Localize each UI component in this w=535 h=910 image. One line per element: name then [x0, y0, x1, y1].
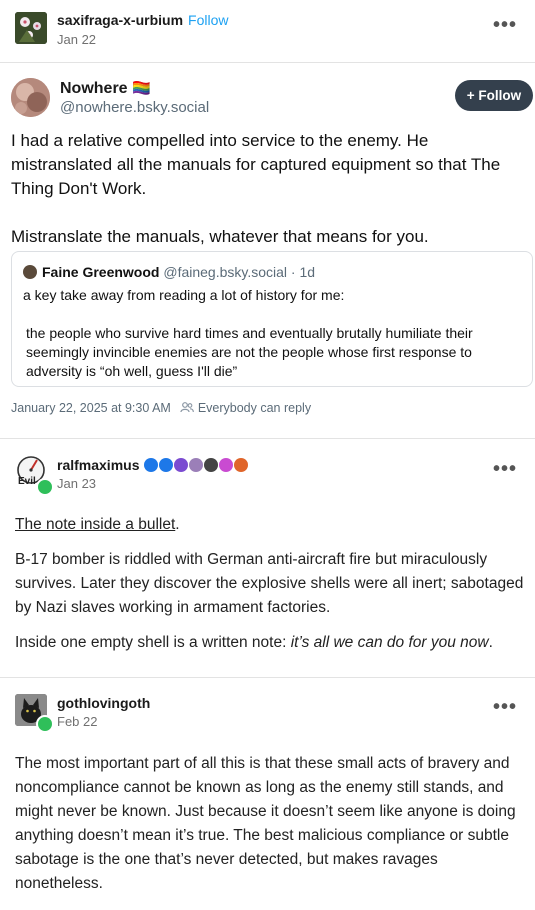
avatar[interactable] [15, 12, 47, 44]
svg-text:Evil: Evil [18, 476, 36, 487]
user-badge-icon [204, 458, 219, 472]
quote-line: a key take away from reading a lot of hi… [23, 287, 345, 303]
user-badge-icon [189, 458, 204, 472]
bsky-paragraph: Mistranslate the manuals, whatever that … [11, 227, 429, 246]
post-date[interactable]: Jan 22 [57, 32, 96, 47]
username[interactable]: saxifraga-x-urbium [57, 12, 183, 28]
post-paragraph: The most important part of all this is t… [15, 755, 516, 892]
bsky-paragraph: I had a relative compelled into service … [11, 131, 501, 198]
post-title-link[interactable]: The note inside a bullet [15, 516, 175, 533]
quote-avatar [23, 265, 37, 279]
username[interactable]: gothlovingoth [57, 695, 150, 711]
people-icon [180, 401, 197, 415]
follow-link[interactable]: Follow [188, 12, 228, 28]
user-badge-icon [234, 458, 249, 472]
post-saxifraga: saxifraga-x-urbium Follow Jan 22 ••• [0, 0, 535, 62]
quote-author: Faine Greenwood [42, 264, 160, 280]
user-badge-icon [144, 458, 159, 472]
pride-flag-icon: 🏳️‍🌈 [132, 80, 151, 97]
more-options-button[interactable]: ••• [493, 458, 517, 481]
post-body: The most important part of all this is t… [15, 752, 525, 907]
italic-quote: it’s all we can do for you now [290, 634, 489, 651]
username[interactable]: ralfmaximus [57, 457, 139, 473]
post-timestamp[interactable]: January 22, 2025 at 9:30 AM [11, 401, 171, 415]
paragraph-suffix: . [488, 634, 493, 651]
more-options-button[interactable]: ••• [493, 696, 517, 719]
bluesky-post-card: Nowhere 🏳️‍🌈 @nowhere.bsky.social + Foll… [0, 62, 535, 438]
post-ralfmaximus: Evil ralfmaximus Jan 23 ••• The note ins… [0, 439, 535, 677]
post-date[interactable]: Feb 22 [57, 714, 97, 729]
post-meta: January 22, 2025 at 9:30 AM Everybody ca… [11, 401, 311, 415]
user-badge-icon [219, 458, 234, 472]
flower-avatar-icon [15, 12, 47, 44]
reblog-badge-icon [36, 715, 54, 733]
quote-text: a key take away from reading a lot of hi… [23, 286, 523, 400]
display-name[interactable]: Nowhere [60, 80, 128, 97]
bsky-avatar[interactable] [11, 78, 50, 117]
quote-handle: @faineg.bsky.social · 1d [163, 264, 316, 280]
paragraph-text: Inside one empty shell is a written note… [15, 634, 291, 651]
reply-setting: Everybody can reply [197, 401, 312, 415]
bsky-follow-button[interactable]: + Follow [455, 80, 533, 111]
title-suffix: . [175, 516, 180, 533]
reblog-badge-icon [36, 478, 54, 496]
post-paragraph: B-17 bomber is riddled with German anti-… [15, 551, 524, 616]
user-badges [143, 457, 249, 473]
bsky-handle[interactable]: @nowhere.bsky.social [60, 99, 209, 116]
post-gothlovingoth: gothlovingoth Feb 22 ••• The most import… [0, 678, 535, 910]
profile-photo-icon [11, 78, 50, 117]
post-date[interactable]: Jan 23 [57, 476, 96, 491]
user-badge-icon [174, 458, 189, 472]
more-options-button[interactable]: ••• [493, 14, 517, 37]
quote-line: the people who survive hard times and ev… [26, 325, 473, 379]
quoted-post[interactable]: Faine Greenwood @faineg.bsky.social · 1d… [11, 251, 533, 387]
post-body: The note inside a bullet. B-17 bomber is… [15, 513, 525, 666]
user-badge-icon [159, 458, 174, 472]
